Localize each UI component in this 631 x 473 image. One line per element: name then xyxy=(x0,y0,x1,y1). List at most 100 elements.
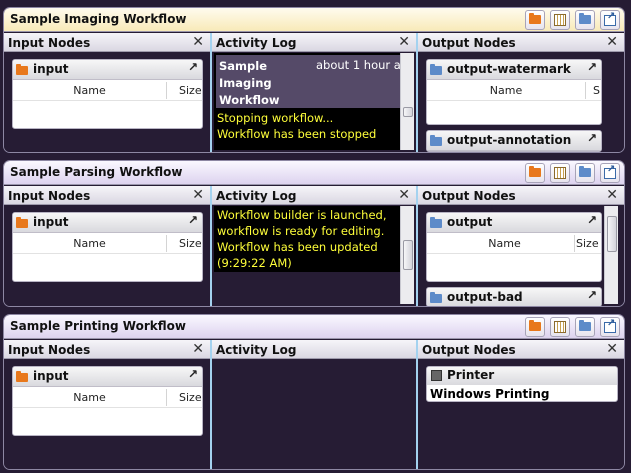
output-scrollbar[interactable] xyxy=(604,206,618,304)
folder-button[interactable] xyxy=(575,10,595,30)
column-name[interactable]: Name xyxy=(13,391,166,404)
column-divider xyxy=(166,389,167,406)
log-scrollbar[interactable] xyxy=(400,206,414,304)
log-line: Stopping workflow... xyxy=(217,111,334,125)
expand-arrow-icon[interactable]: ↗ xyxy=(587,213,597,227)
panel-header: Input Nodes ✕ xyxy=(4,186,210,205)
expand-arrow-icon[interactable]: ↗ xyxy=(188,213,198,227)
popout-button[interactable] xyxy=(600,10,620,30)
grid-button[interactable] xyxy=(550,10,570,30)
panel-title: Activity Log xyxy=(216,343,297,357)
grid-button[interactable] xyxy=(550,163,570,183)
scrollbar-thumb[interactable] xyxy=(403,107,413,117)
output-node[interactable]: output-bad ↗ xyxy=(426,287,602,306)
open-folder-icon xyxy=(529,166,541,177)
log-entry-selected[interactable]: Sample Imaging Workflow about 1 hour ag xyxy=(216,55,408,108)
folder-button[interactable] xyxy=(575,163,595,183)
open-folder-button[interactable] xyxy=(525,10,545,30)
printer-node[interactable]: Printer Windows Printing xyxy=(426,366,618,402)
folder-icon xyxy=(16,64,28,75)
activity-log-panel: Activity Log ✕ Workflow builder is launc… xyxy=(212,186,416,306)
log-scrollbar[interactable] xyxy=(400,53,414,150)
panel-header: Activity Log ✕ xyxy=(212,33,416,52)
column-name[interactable]: Name xyxy=(427,84,585,97)
grid-button[interactable] xyxy=(550,317,570,337)
column-size[interactable]: S xyxy=(593,84,600,97)
input-node[interactable]: input ↗ Name Size xyxy=(12,366,203,436)
close-icon[interactable]: ✕ xyxy=(606,341,618,357)
open-folder-icon xyxy=(529,13,541,24)
workflow-printing: Sample Printing Workflow Input Nodes ✕ i… xyxy=(3,314,625,470)
expand-arrow-icon[interactable]: ↗ xyxy=(188,367,198,381)
column-size[interactable]: Size xyxy=(179,391,202,404)
scrollbar-thumb[interactable] xyxy=(607,216,617,252)
table-grid-icon xyxy=(554,321,566,333)
node-header: input ↗ xyxy=(13,213,202,233)
column-name[interactable]: Name xyxy=(13,237,166,250)
input-nodes-panel: Input Nodes ✕ input ↗ Name Size xyxy=(4,33,210,152)
panel-title: Input Nodes xyxy=(8,343,91,357)
panel-header: Activity Log xyxy=(212,340,416,359)
printer-subtitle: Windows Printing xyxy=(430,387,550,401)
node-header: Printer xyxy=(427,367,617,385)
expand-arrow-icon[interactable]: ↗ xyxy=(587,131,597,145)
output-nodes-panel: Output Nodes ✕ output-watermark ↗ Name S… xyxy=(418,33,624,152)
node-name: output xyxy=(447,215,493,229)
panel-header: Activity Log ✕ xyxy=(212,186,416,205)
workflow-parsing: Sample Parsing Workflow Input Nodes ✕ in… xyxy=(3,160,625,307)
open-folder-button[interactable] xyxy=(525,317,545,337)
panel-title: Activity Log xyxy=(216,189,297,203)
column-name[interactable]: Name xyxy=(13,84,166,97)
close-icon[interactable]: ✕ xyxy=(192,34,204,50)
activity-log[interactable]: Workflow builder is launched, workflow i… xyxy=(214,206,414,272)
node-name: output-watermark xyxy=(447,62,571,76)
expand-arrow-icon[interactable]: ↗ xyxy=(587,288,597,302)
expand-arrow-icon[interactable]: ↗ xyxy=(188,60,198,74)
column-name[interactable]: Name xyxy=(427,237,582,250)
folder-icon xyxy=(579,13,591,24)
panel-title: Input Nodes xyxy=(8,189,91,203)
column-size[interactable]: Size xyxy=(576,237,599,250)
scrollbar-thumb[interactable] xyxy=(403,240,413,270)
panel-header: Output Nodes ✕ xyxy=(418,186,624,205)
node-name: output-annotation xyxy=(447,133,572,147)
close-icon[interactable]: ✕ xyxy=(606,34,618,50)
panel-title: Activity Log xyxy=(216,36,297,50)
node-header: output-annotation ↗ xyxy=(427,131,601,151)
open-folder-button[interactable] xyxy=(525,163,545,183)
input-node[interactable]: input ↗ Name Size xyxy=(12,212,203,282)
workflow-title: Sample Printing Workflow xyxy=(10,319,186,333)
panel-header: Output Nodes ✕ xyxy=(418,340,624,359)
panel-header: Input Nodes ✕ xyxy=(4,33,210,52)
close-icon[interactable]: ✕ xyxy=(606,187,618,203)
popout-button[interactable] xyxy=(600,317,620,337)
close-icon[interactable]: ✕ xyxy=(398,187,410,203)
node-name: input xyxy=(33,62,69,76)
close-icon[interactable]: ✕ xyxy=(192,187,204,203)
node-header: output ↗ xyxy=(427,213,601,233)
folder-icon xyxy=(430,292,442,303)
column-size[interactable]: Size xyxy=(179,237,202,250)
workflow-header: Sample Printing Workflow xyxy=(4,315,624,339)
table-grid-icon xyxy=(554,14,566,26)
close-icon[interactable]: ✕ xyxy=(192,341,204,357)
close-icon[interactable]: ✕ xyxy=(398,34,410,50)
column-size[interactable]: Size xyxy=(179,84,202,97)
output-nodes-panel: Output Nodes ✕ Printer Windows Printing xyxy=(418,340,624,469)
input-nodes-panel: Input Nodes ✕ input ↗ Name Size xyxy=(4,340,210,469)
node-header: input ↗ xyxy=(13,367,202,387)
output-node[interactable]: output-annotation ↗ xyxy=(426,130,602,152)
input-node[interactable]: input ↗ Name Size xyxy=(12,59,203,129)
column-divider xyxy=(166,82,167,99)
folder-button[interactable] xyxy=(575,317,595,337)
popout-button[interactable] xyxy=(600,163,620,183)
printer-icon xyxy=(431,370,442,381)
log-line: Workflow has been updated xyxy=(217,240,378,254)
expand-arrow-icon[interactable]: ↗ xyxy=(587,60,597,74)
activity-log[interactable]: Sample Imaging Workflow about 1 hour ag … xyxy=(214,53,414,150)
output-node[interactable]: output ↗ Name Size xyxy=(426,212,602,282)
column-divider xyxy=(166,235,167,252)
column-header: Name Size xyxy=(427,233,601,254)
log-entry-title: Sample Imaging Workflow xyxy=(219,59,280,107)
output-node[interactable]: output-watermark ↗ Name S xyxy=(426,59,602,125)
